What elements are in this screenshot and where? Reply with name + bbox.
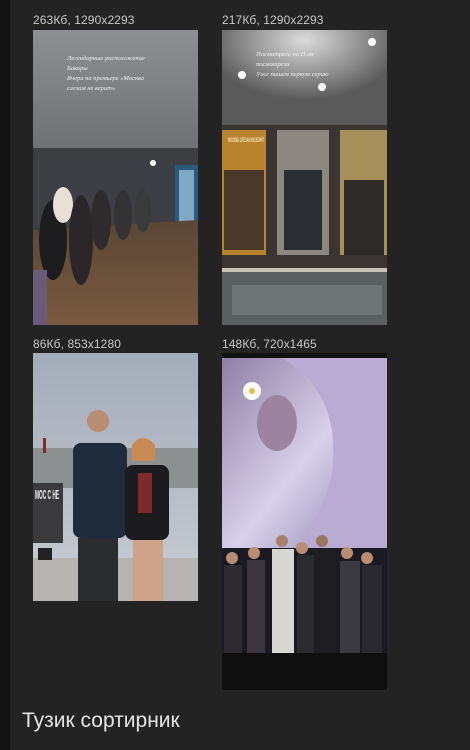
overlay-text-1c: Вчера на премьере «Москва	[67, 75, 144, 82]
image-thumbnail-2[interactable]: МОСКВА СЛЕЗАМ НЕ ВЕРИТ Посмотрели на Н.о…	[222, 30, 387, 325]
poster-title-text: МОСКВА СЛЕЗАМ НЕ ВЕРИТ	[228, 138, 264, 144]
image-meta-3: 86Кб, 853x1280	[33, 337, 121, 351]
overlay-text-2c: Уже пишем первую серию	[256, 71, 329, 78]
image-thumbnail-4[interactable]	[222, 353, 387, 690]
image-thumbnail-1[interactable]: Легендарные расположение Бакоры Вчера на…	[33, 30, 198, 325]
overlay-text-1b: Бакоры	[66, 65, 88, 72]
image-meta-1: 263Кб, 1290x2293	[33, 13, 135, 27]
overlay-text-2b: посмотрели	[256, 61, 290, 68]
image-thumbnail-3[interactable]: МОС С НЕ	[33, 353, 198, 601]
image-meta-2: 217Кб, 1290x2293	[222, 13, 324, 27]
overlay-text-2a: Посмотрели на Н.ов	[255, 51, 313, 58]
gallery-caption: Тузик сортирник	[22, 709, 180, 732]
overlay-text-1d: слезам не верит»	[67, 85, 115, 92]
overlay-text-1a: Легендарные расположение	[66, 55, 145, 62]
building-sign-text: МОС С НЕ	[35, 487, 59, 502]
left-sidebar-strip	[0, 0, 10, 750]
image-meta-4: 148Кб, 720x1465	[222, 337, 317, 351]
